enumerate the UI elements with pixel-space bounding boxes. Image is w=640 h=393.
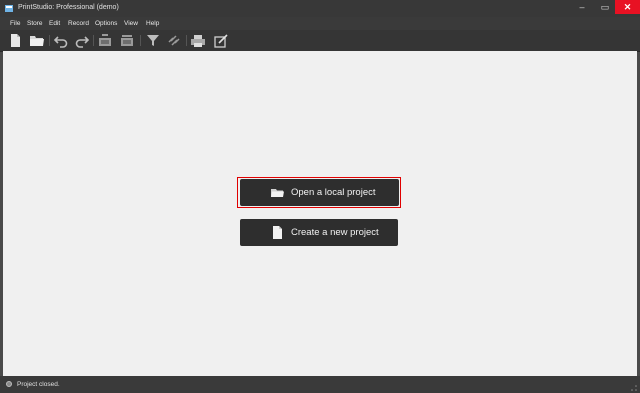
folder-icon <box>271 189 284 197</box>
resize-grip-icon[interactable] <box>630 384 638 392</box>
redo-icon[interactable] <box>74 33 90 48</box>
import-icon[interactable] <box>97 33 113 48</box>
new-file-icon[interactable] <box>7 33 23 48</box>
undo-icon[interactable] <box>53 33 69 48</box>
toolbar-separator <box>93 35 94 46</box>
document-icon <box>273 226 282 239</box>
toolbar <box>0 30 640 52</box>
open-local-project-button[interactable]: Open a local project <box>240 179 399 206</box>
open-folder-icon[interactable] <box>29 33 45 48</box>
menu-edit[interactable]: Edit <box>49 20 60 27</box>
create-new-project-button[interactable]: Create a new project <box>240 219 398 246</box>
close-button[interactable]: ✕ <box>615 0 640 14</box>
menu-help[interactable]: Help <box>146 20 159 27</box>
status-bar: Project closed. <box>0 376 640 393</box>
status-indicator-icon <box>6 381 12 387</box>
toolbar-separator <box>49 35 50 46</box>
menu-view[interactable]: View <box>124 20 138 27</box>
toolbar-separator <box>140 35 141 46</box>
maximize-button[interactable]: ▭ <box>594 0 616 14</box>
edit-form-icon[interactable] <box>213 33 229 48</box>
window-title: PrintStudio: Professional (demo) <box>18 4 119 11</box>
menu-store[interactable]: Store <box>27 20 43 27</box>
menu-file[interactable]: File <box>10 20 20 27</box>
title-bar: PrintStudio: Professional (demo) – ▭ ✕ <box>0 0 640 17</box>
menu-bar: File Store Edit Record Options View Help <box>0 17 640 30</box>
open-local-project-label: Open a local project <box>291 187 376 198</box>
toolbar-separator <box>186 35 187 46</box>
print-icon[interactable] <box>190 33 206 48</box>
app-icon <box>5 5 13 12</box>
export-icon[interactable] <box>119 33 135 48</box>
create-new-project-label: Create a new project <box>291 227 379 238</box>
status-text: Project closed. <box>17 381 60 388</box>
workspace: Open a local project Create a new projec… <box>3 51 637 376</box>
link-icon[interactable] <box>166 33 182 48</box>
minimize-button[interactable]: – <box>571 0 593 14</box>
filter-icon[interactable] <box>145 33 161 48</box>
menu-options[interactable]: Options <box>95 20 117 27</box>
menu-record[interactable]: Record <box>68 20 89 27</box>
